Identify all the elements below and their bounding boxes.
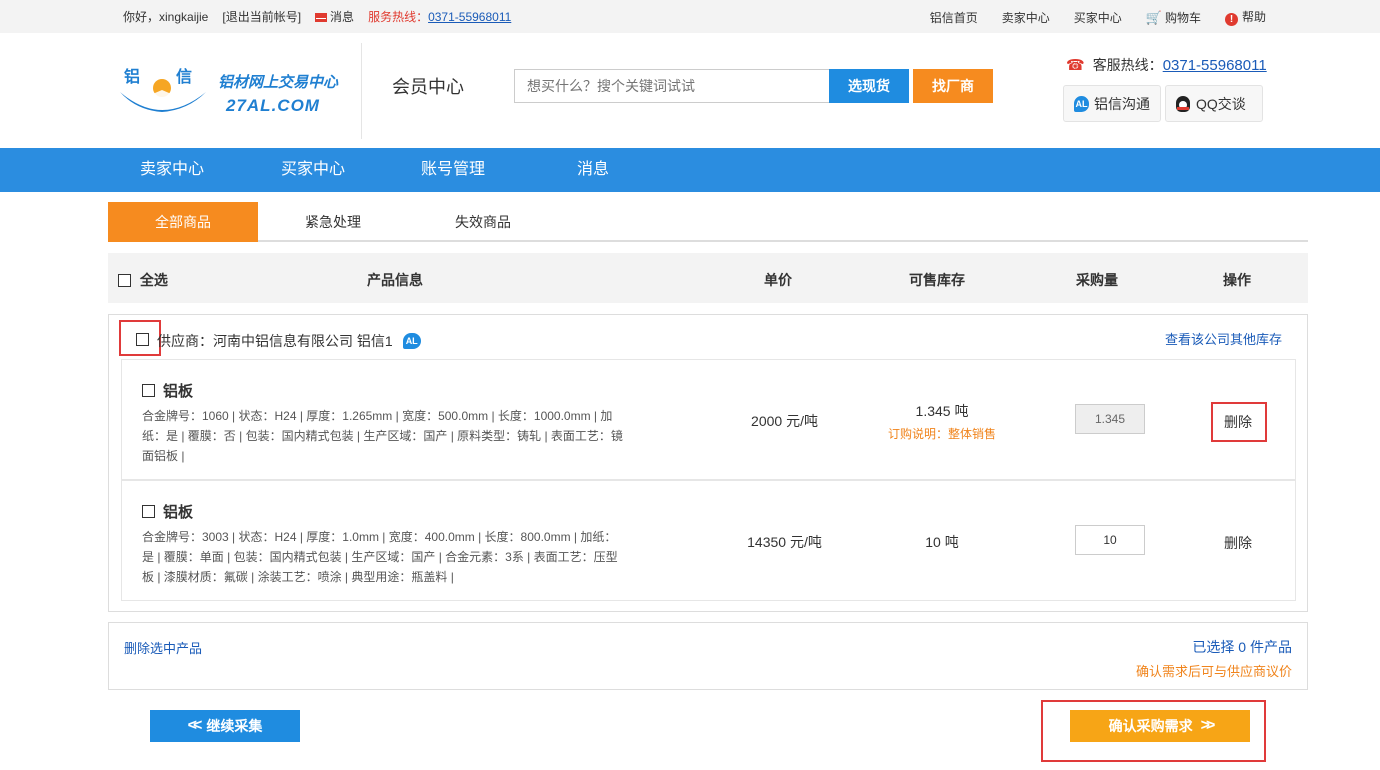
delete-button[interactable]: 删除 xyxy=(1224,533,1252,553)
product-name: 铝板 xyxy=(163,504,194,521)
al-chat-label: 铝信沟通 xyxy=(1094,95,1150,112)
select-all-checkbox[interactable] xyxy=(118,274,131,287)
select-all[interactable]: 全选 xyxy=(118,270,168,290)
svg-text:铝: 铝 xyxy=(124,67,140,86)
col-action: 操作 xyxy=(1223,272,1251,288)
top-bar: 你好，xingkaijie [退出当前帐号] 消息 服务热线：0371-5596… xyxy=(0,0,1380,33)
supplier-group: 供应商：河南中铝信息有限公司 铝信1 AL 查看该公司其他库存 铝板 合金牌号：… xyxy=(108,314,1308,612)
tab-urgent[interactable]: 紧急处理 xyxy=(258,202,408,242)
find-factory-button[interactable]: 找厂商 xyxy=(913,69,993,103)
site-logo[interactable]: 铝 信 铝材网上交易中心 27AL.COM xyxy=(118,66,343,118)
qq-chat-label: QQ交谈 xyxy=(1196,95,1246,112)
svg-text:信: 信 xyxy=(176,67,192,86)
col-product-info: 产品信息 xyxy=(367,272,423,288)
col-unit-price: 单价 xyxy=(764,272,792,288)
help-link[interactable]: ! 帮助 xyxy=(1224,8,1266,26)
product-checkbox[interactable] xyxy=(142,505,155,518)
delete-button[interactable]: 删除 xyxy=(1224,412,1252,432)
logo-domain-text: 27AL.COM xyxy=(226,96,320,115)
service-number-link[interactable]: 0371-55968011 xyxy=(1163,57,1267,74)
supplier-name-text: 供应商：河南中铝信息有限公司 铝信1 xyxy=(157,333,393,349)
product-name: 铝板 xyxy=(163,383,194,400)
header: 铝 信 铝材网上交易中心 27AL.COM 会员中心 选现货 找厂商 ☎ 客服热… xyxy=(0,33,1380,148)
seller-center-link[interactable]: 卖家中心 xyxy=(1002,9,1050,26)
nav-buyer-center[interactable]: 买家中心 xyxy=(281,148,345,192)
supplier-more-stock-link[interactable]: 查看该公司其他库存 xyxy=(1165,329,1282,348)
supplier-checkbox[interactable] xyxy=(136,333,149,346)
service-hotline: ☎ 客服热线： 0371-55968011 xyxy=(1066,55,1267,75)
order-note: 订购说明：整体销售 xyxy=(887,427,996,441)
messages-link[interactable]: 消息 xyxy=(315,8,354,25)
cart-label: 购物车 xyxy=(1164,10,1201,25)
tab-all-products[interactable]: 全部商品 xyxy=(108,202,258,242)
al-chat-icon: AL xyxy=(1074,95,1089,112)
attr-line: 是 | 覆膜：单面 | 包装：国内精式包装 | 生产区域：国产 | 合金元素：3… xyxy=(142,550,618,564)
logo-brand-text: 铝材网上交易中心 xyxy=(218,74,339,91)
header-divider xyxy=(361,43,362,139)
attr-line: 合金牌号：1060 | 状态：H24 | 厚度：1.265mm | 宽度：500… xyxy=(142,409,613,423)
nav-seller-center[interactable]: 卖家中心 xyxy=(140,148,204,192)
cart-summary: 删除选中产品 已选择 0 件产品 确认需求后可与供应商议价 xyxy=(108,622,1308,690)
mail-icon xyxy=(315,13,328,22)
continue-label: 继续采集 xyxy=(206,718,263,734)
al-chat-button[interactable]: AL 铝信沟通 xyxy=(1063,85,1161,122)
confirm-label: 确认采购需求 xyxy=(1108,718,1193,734)
product-row: 铝板 合金牌号：3003 | 状态：H24 | 厚度：1.0mm | 宽度：40… xyxy=(121,480,1296,601)
greeting-text: 你好，xingkaijie xyxy=(123,10,209,24)
logout-link[interactable]: [退出当前帐号] xyxy=(222,8,301,25)
tab-invalid[interactable]: 失效商品 xyxy=(408,202,558,242)
bargain-tip: 确认需求后可与供应商议价 xyxy=(1135,664,1292,679)
logo-mark-icon: 铝 信 xyxy=(120,67,206,112)
phone-icon: ☎ xyxy=(1066,57,1085,74)
qq-chat-button[interactable]: QQ交谈 xyxy=(1165,85,1263,122)
product-checkbox[interactable] xyxy=(142,384,155,397)
nav-messages[interactable]: 消息 xyxy=(577,148,609,192)
attr-line: 合金牌号：3003 | 状态：H24 | 厚度：1.0mm | 宽度：400.0… xyxy=(142,530,617,544)
double-chevron-left-icon: << xyxy=(187,717,203,734)
messages-label: 消息 xyxy=(330,10,355,24)
hotline-label: 服务热线： xyxy=(368,10,429,24)
product-tabs: 全部商品 紧急处理 失效商品 xyxy=(108,202,1308,242)
attr-line: 纸：是 | 覆膜：否 | 包装：国内精式包装 | 生产区域：国产 | 原料类型：… xyxy=(142,429,623,443)
cart-link[interactable]: 🛒 购物车 xyxy=(1146,9,1201,26)
product-stock: 1.345 吨 xyxy=(915,403,969,419)
supplier-al-icon[interactable]: AL xyxy=(402,333,421,349)
col-stock: 可售库存 xyxy=(909,272,965,288)
product-stock: 10 吨 xyxy=(925,534,959,550)
search-input[interactable] xyxy=(514,69,830,103)
home-link[interactable]: 铝信首页 xyxy=(930,9,978,26)
product-attributes: 合金牌号：3003 | 状态：H24 | 厚度：1.0mm | 宽度：400.0… xyxy=(142,527,687,587)
product-price: 2000 元/吨 xyxy=(751,413,818,429)
service-label: 客服热线： xyxy=(1092,57,1163,73)
confirm-purchase-button[interactable]: 确认采购需求 >> xyxy=(1070,710,1250,742)
product-attributes: 合金牌号：1060 | 状态：H24 | 厚度：1.265mm | 宽度：500… xyxy=(142,406,687,466)
product-title: 铝板 xyxy=(142,501,193,522)
hotline-number-link[interactable]: 0371-55968011 xyxy=(428,10,511,24)
nav-account[interactable]: 账号管理 xyxy=(421,148,485,192)
attr-line: 面铝板 | xyxy=(142,449,185,463)
supplier-header: 供应商：河南中铝信息有限公司 铝信1 AL 查看该公司其他库存 xyxy=(109,315,1307,359)
selected-count: 已选择 0 件产品 xyxy=(1192,639,1292,655)
attr-line: 板 | 漆膜材质：氟碳 | 涂装工艺：喷涂 | 典型用途：瓶盖料 | xyxy=(142,570,454,584)
main-nav: 卖家中心 买家中心 账号管理 消息 xyxy=(0,148,1380,192)
qq-icon xyxy=(1176,95,1190,112)
supplier-name: 供应商：河南中铝信息有限公司 铝信1 AL xyxy=(157,331,426,351)
product-price: 14350 元/吨 xyxy=(747,534,822,550)
help-label: 帮助 xyxy=(1241,10,1266,24)
member-center-title: 会员中心 xyxy=(392,77,464,97)
help-icon: ! xyxy=(1224,13,1238,26)
product-row: 铝板 合金牌号：1060 | 状态：H24 | 厚度：1.265mm | 宽度：… xyxy=(121,359,1296,480)
continue-shopping-button[interactable]: << 继续采集 xyxy=(150,710,300,742)
col-quantity: 采购量 xyxy=(1076,272,1118,288)
buyer-center-link[interactable]: 买家中心 xyxy=(1074,9,1122,26)
table-header: 全选 产品信息 单价 可售库存 采购量 操作 xyxy=(108,253,1308,303)
select-all-label: 全选 xyxy=(139,272,168,288)
select-goods-button[interactable]: 选现货 xyxy=(829,69,909,103)
quantity-input[interactable] xyxy=(1075,525,1145,555)
double-chevron-right-icon: >> xyxy=(1200,717,1216,734)
delete-selected-link[interactable]: 删除选中产品 xyxy=(124,638,202,657)
quantity-input[interactable] xyxy=(1075,404,1145,434)
cart-icon: 🛒 xyxy=(1145,9,1162,25)
product-title: 铝板 xyxy=(142,380,193,401)
